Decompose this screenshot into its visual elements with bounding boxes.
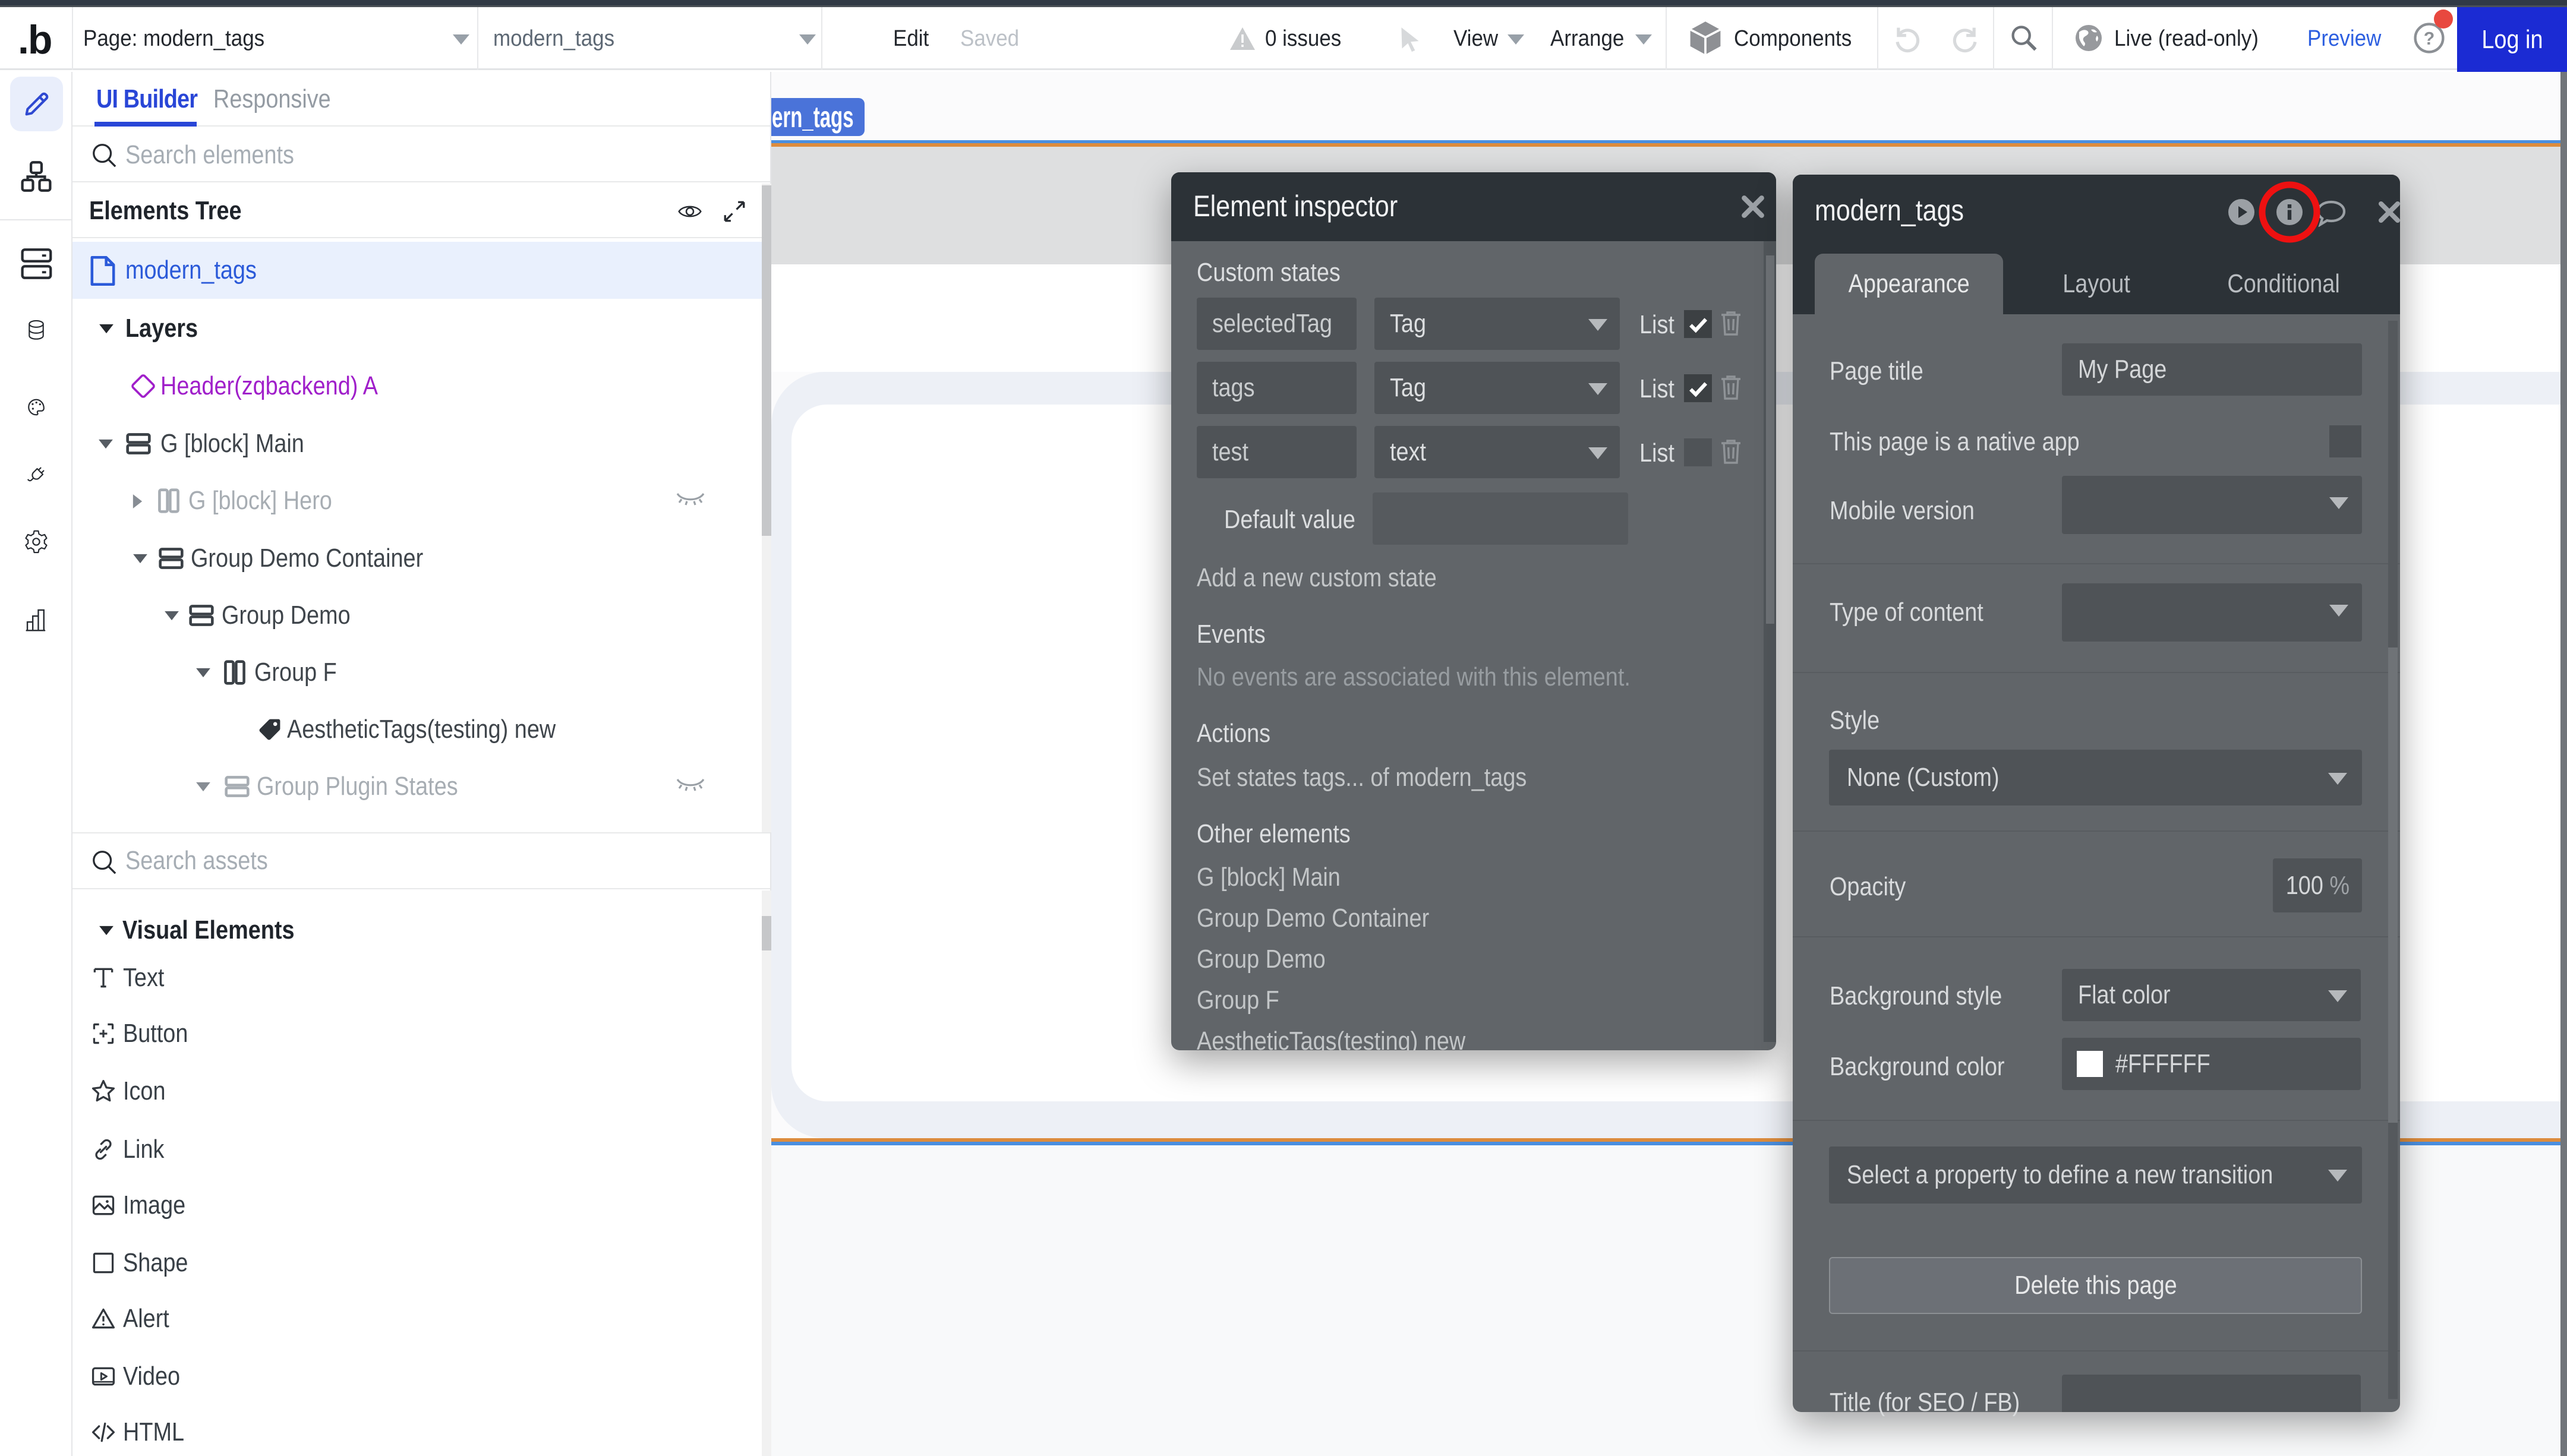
svg-text:?: ? [2424, 29, 2435, 49]
